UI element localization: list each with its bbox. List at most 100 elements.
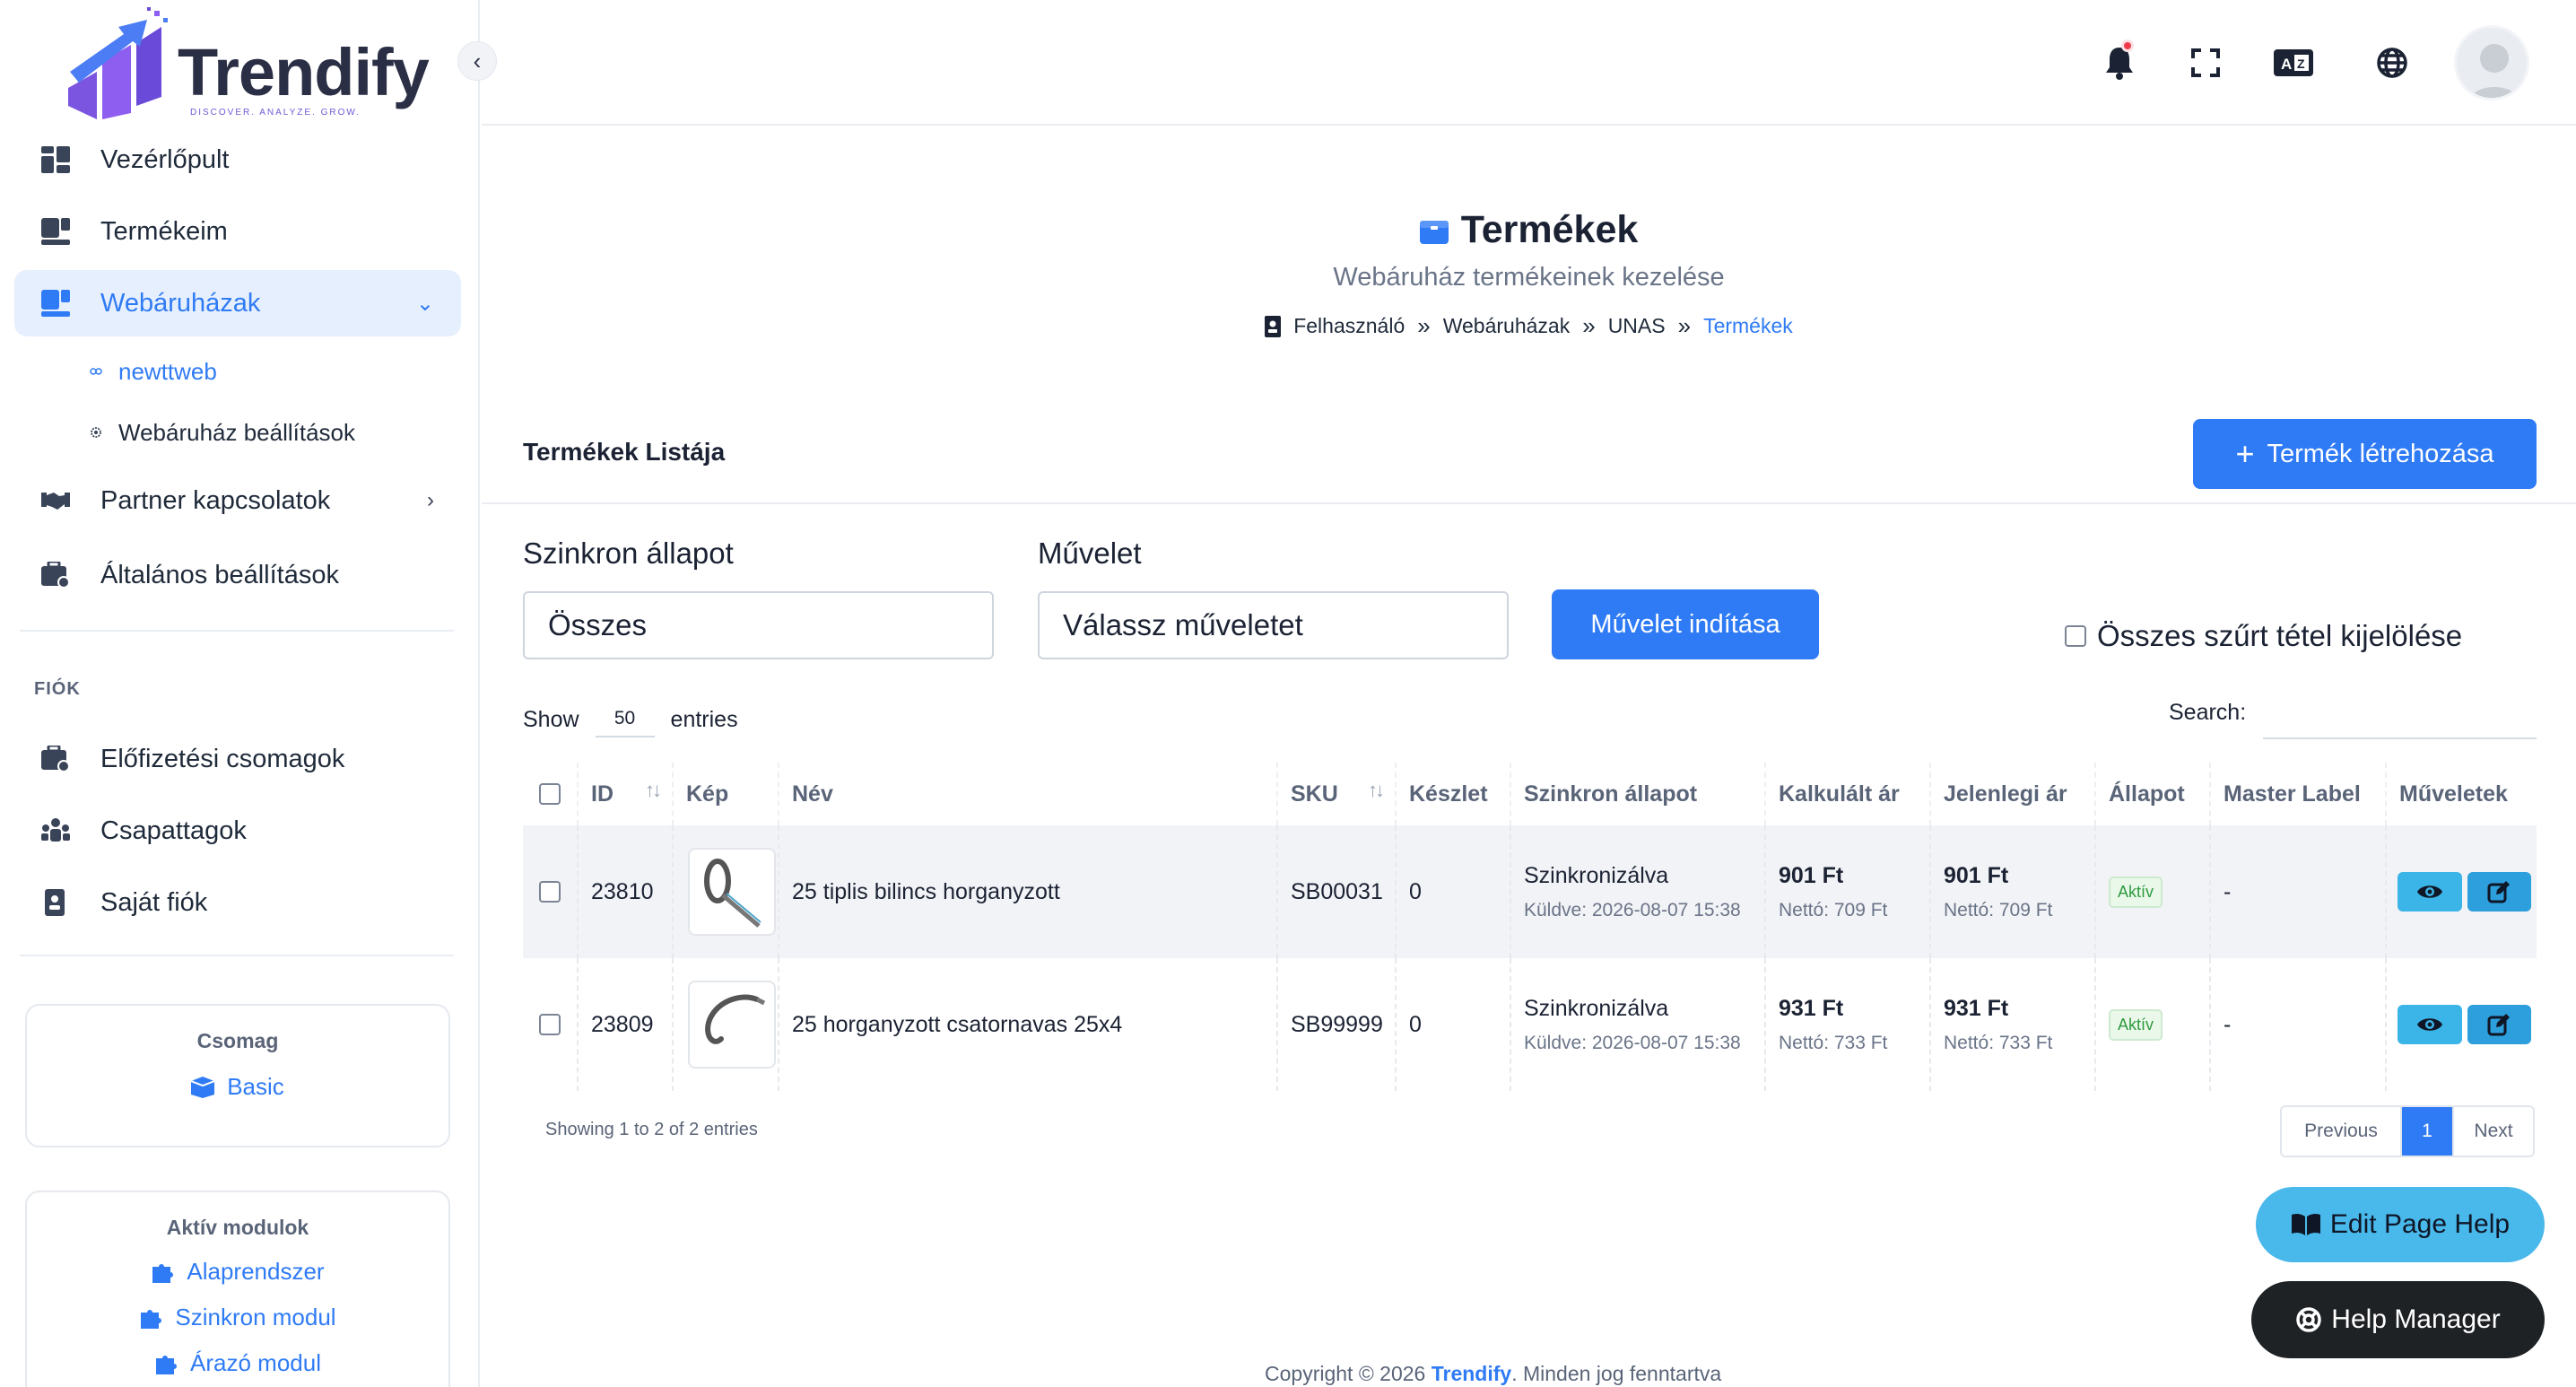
footer-brand-link[interactable]: Trendify [1432,1362,1511,1385]
status-badge: Aktív [2109,1008,2163,1041]
chevron-right-icon: › [427,488,434,512]
help-manager-button[interactable]: Help Manager [2251,1281,2545,1358]
globe-icon [2377,48,2407,78]
sidebar-item-general-settings[interactable]: Általános beállítások [14,542,461,608]
pagination-previous[interactable]: Previous [2282,1107,2402,1156]
search-input[interactable] [2263,702,2537,739]
row-select [523,958,579,1091]
sidebar-item-my-account[interactable]: Saját fiók [14,869,461,936]
cell-master-label: - [2211,825,2387,958]
sidebar-subitem-webshop-settings[interactable]: Webáruház beállítások [90,414,355,450]
lifebuoy-icon [2296,1307,2322,1332]
edit-icon [2487,881,2511,903]
sidebar-collapse-button[interactable]: ‹ [457,41,497,81]
sidebar-item-label: Vezérlőpult [100,144,230,174]
breadcrumb-item-user[interactable]: Felhasználó [1293,314,1405,338]
run-action-button[interactable]: Művelet indítása [1552,589,1819,659]
sidebar-subitem-newttweb[interactable]: newttweb [90,353,217,389]
breadcrumb: Felhasználó » Webáruházak » UNAS » Termé… [1265,312,1793,340]
cell-id: 23809 [579,958,674,1091]
create-product-button[interactable]: + Termék létrehozása [2193,419,2537,489]
logo-mark-icon [68,7,168,119]
page-header: Termékek Webáruház termékeinek kezelése … [482,208,2576,342]
handshake-icon [41,493,70,510]
view-button[interactable] [2398,1005,2462,1044]
sidebar-item-label: Webáruházak [100,288,261,318]
user-badge-icon [45,889,65,916]
sync-status-value: Összes [548,608,648,641]
breadcrumb-item-current: Termékek [1703,314,1793,337]
footer-suffix: . Minden jog fenntartva [1511,1362,1722,1385]
sidebar-item-team[interactable]: Csapattagok [14,798,461,864]
column-header-sku[interactable]: SKU ↑↓ [1278,763,1397,825]
pagination-next[interactable]: Next [2454,1107,2533,1156]
search-label: Search: [2169,700,2247,725]
header-checkbox[interactable] [539,783,561,805]
notifications-button[interactable] [2102,39,2137,81]
cell-id: 23810 [579,825,674,958]
edit-button[interactable] [2467,1005,2531,1044]
sidebar-item-dashboard[interactable]: Vezérlőpult [14,126,461,193]
column-header-stock[interactable]: Készlet [1397,763,1511,825]
cell-master-label: - [2211,958,2387,1091]
breadcrumb-item-unas[interactable]: UNAS [1608,314,1666,338]
logo[interactable]: Trendify DISCOVER. ANALYZE. GROW. [61,7,430,128]
sync-status-select[interactable]: Összes [523,591,994,659]
translate-button[interactable]: AZ [2271,45,2316,81]
column-header-status[interactable]: Állapot [2096,763,2211,825]
sidebar-item-my-products[interactable]: Termékeim [14,198,461,265]
page-title-text: Termékek [1460,208,1639,251]
avatar[interactable] [2454,25,2529,100]
pagination-page-1[interactable]: 1 [2402,1107,2454,1156]
column-header-sync-status[interactable]: Szinkron állapot [1511,763,1766,825]
cell-sku: SB00031 [1278,825,1397,958]
cell-stock: 0 [1397,825,1511,958]
edit-page-help-label: Edit Page Help [2329,1209,2511,1239]
select-all-checkbox[interactable] [2065,625,2086,647]
modules-card-title: Aktív modulok [166,1216,309,1239]
chevron-down-icon: ⌄ [415,291,434,316]
product-image-clamp [704,859,761,928]
footer-prefix: Copyright © 2026 [1265,1362,1432,1385]
column-header-name[interactable]: Név [779,763,1278,825]
action-select[interactable]: Válassz műveletet [1038,591,1509,659]
product-thumbnail[interactable] [688,848,776,936]
package-name: Basic [227,1073,284,1100]
module-link-pricing[interactable]: Árazó modul [27,1349,448,1377]
breadcrumb-separator: » [1417,312,1431,339]
sidebar-item-partners[interactable]: Partner kapcsolatok › [14,467,461,534]
account-section-title: FIÓK [34,679,81,699]
edit-button[interactable] [2467,872,2531,912]
entries-length-select[interactable]: 50 [595,702,655,737]
column-header-calc-price[interactable]: Kalkulált ár [1766,763,1931,825]
column-header-id[interactable]: ID ↑↓ [579,763,674,825]
product-thumbnail[interactable] [688,981,776,1069]
package-link[interactable]: Basic [27,1073,448,1101]
select-all-filtered[interactable]: Összes szűrt tétel kijelölése [2065,619,2462,653]
language-button[interactable] [2374,45,2410,81]
view-button[interactable] [2398,872,2462,912]
edit-page-help-button[interactable]: Edit Page Help [2256,1187,2545,1262]
fullscreen-button[interactable] [2188,45,2224,81]
sidebar-item-label: Előfizetési csomagok [100,744,345,773]
module-link-sync[interactable]: Szinkron modul [27,1304,448,1331]
sidebar-item-subscriptions[interactable]: Előfizetési csomagok [14,726,461,792]
book-open-icon [2291,1213,2320,1235]
sync-status-text: Szinkronizálva [1524,995,1669,1021]
module-link-base[interactable]: Alaprendszer [27,1258,448,1286]
sidebar-item-label: Csapattagok [100,816,247,845]
breadcrumb-item-webshops[interactable]: Webáruházak [1443,314,1571,338]
current-price-net: Nettó: 709 Ft [1944,899,2053,920]
page-title: Termékek [1419,208,1639,252]
row-checkbox[interactable] [539,881,561,903]
dashboard-icon [41,146,70,173]
column-header-master-label[interactable]: Master Label [2211,763,2387,825]
show-label: Show [523,706,579,732]
row-checkbox[interactable] [539,1014,561,1035]
calc-price-net: Nettó: 733 Ft [1779,1032,1888,1053]
svg-text:Z: Z [2297,57,2305,71]
column-header-current-price[interactable]: Jelenlegi ár [1931,763,2096,825]
sync-status-text: Szinkronizálva [1524,862,1669,888]
sidebar-item-webshops[interactable]: Webáruházak ⌄ [14,270,461,336]
cell-image [674,958,779,1091]
